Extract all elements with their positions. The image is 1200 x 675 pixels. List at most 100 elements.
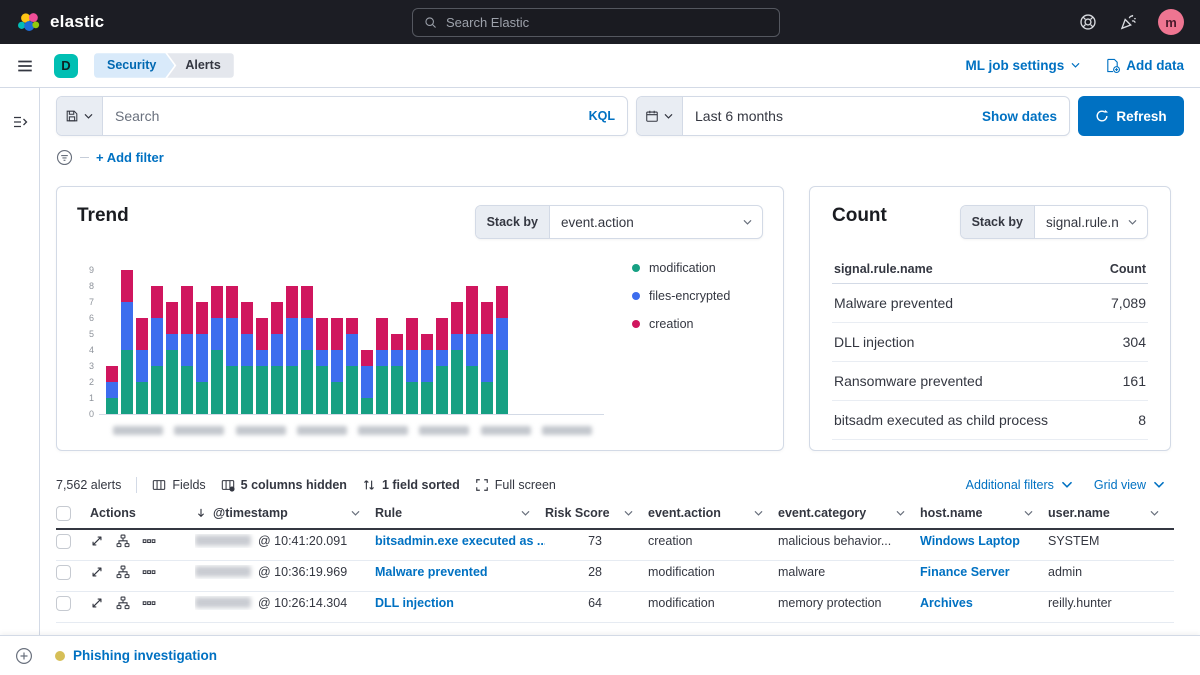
count-table-row[interactable]: Malware prevented 7,089: [832, 284, 1148, 323]
row-checkbox[interactable]: [56, 533, 71, 549]
stacked-bar[interactable]: [181, 286, 193, 414]
stacked-bar[interactable]: [211, 286, 223, 414]
stacked-bar[interactable]: [451, 302, 463, 414]
analyze-event-icon[interactable]: [116, 534, 130, 548]
date-range-value[interactable]: Last 6 months: [683, 97, 982, 135]
refresh-button[interactable]: Refresh: [1078, 96, 1184, 136]
stacked-bar[interactable]: [121, 270, 133, 414]
analyze-event-icon[interactable]: [116, 565, 130, 579]
more-actions-icon[interactable]: [142, 534, 156, 548]
stacked-bar[interactable]: [286, 286, 298, 414]
stacked-bar[interactable]: [151, 286, 163, 414]
rule-link[interactable]: DLL injection: [375, 596, 454, 610]
stacked-bar[interactable]: [271, 302, 283, 414]
add-timeline-button[interactable]: [15, 647, 33, 665]
alert-row[interactable]: @ 10:36:19.969 Malware prevented 28 modific…: [56, 561, 1174, 592]
legend-item[interactable]: modification: [632, 261, 763, 275]
legend-item[interactable]: files-encrypted: [632, 289, 763, 303]
trend-panel: Trend Stack by event.action 0123456789 m…: [56, 186, 784, 451]
bar-segment-modification: [271, 366, 283, 414]
analyze-event-icon[interactable]: [116, 596, 130, 610]
stacked-bar[interactable]: [406, 318, 418, 414]
ml-job-settings-button[interactable]: ML job settings: [965, 58, 1081, 73]
user-avatar[interactable]: m: [1158, 9, 1184, 35]
count-stack-by-select[interactable]: signal.rule.name: [1035, 206, 1147, 238]
add-data-button[interactable]: Add data: [1105, 58, 1184, 73]
stacked-bar[interactable]: [496, 286, 508, 414]
elastic-brand[interactable]: elastic: [16, 10, 104, 35]
fields-label: Fields: [172, 478, 206, 492]
saved-query-button[interactable]: [57, 97, 103, 135]
help-button[interactable]: [1078, 12, 1098, 32]
stacked-bar[interactable]: [256, 318, 268, 414]
grid-view-button[interactable]: Grid view: [1094, 478, 1166, 492]
field-sorted-button[interactable]: 1 field sorted: [362, 478, 460, 492]
breadcrumb-security[interactable]: Security: [94, 53, 174, 78]
stacked-bar[interactable]: [466, 286, 478, 414]
row-checkbox[interactable]: [56, 564, 71, 580]
stacked-bar[interactable]: [301, 286, 313, 414]
stacked-bar[interactable]: [346, 318, 358, 414]
redacted-date: [195, 566, 251, 578]
timeline-flyout-button[interactable]: Phishing investigation: [55, 648, 217, 663]
count-table-row[interactable]: bitsadm executed as child process 8: [832, 401, 1148, 440]
rule-link[interactable]: bitsadmin.exe executed as ...: [375, 534, 545, 548]
expand-alert-icon[interactable]: [90, 565, 104, 579]
global-search-input[interactable]: Search Elastic: [412, 8, 780, 37]
newsfeed-button[interactable]: [1118, 12, 1138, 32]
row-checkbox[interactable]: [56, 595, 71, 611]
full-screen-button[interactable]: Full screen: [475, 478, 556, 492]
additional-filters-button[interactable]: Additional filters: [966, 478, 1074, 492]
stacked-bar[interactable]: [361, 350, 373, 414]
stacked-bar[interactable]: [241, 302, 253, 414]
column-header-event-action[interactable]: event.action: [648, 506, 778, 520]
column-header-host-name[interactable]: host.name: [920, 506, 1048, 520]
stacked-bar[interactable]: [136, 318, 148, 414]
alert-row[interactable]: @ 10:26:14.304 DLL injection 64 modificatio…: [56, 592, 1174, 623]
count-table-row[interactable]: DLL injection 304: [832, 323, 1148, 362]
stacked-bar[interactable]: [316, 318, 328, 414]
column-header--timestamp[interactable]: @timestamp: [195, 506, 375, 520]
stacked-bar[interactable]: [106, 366, 118, 414]
more-actions-icon[interactable]: [142, 596, 156, 610]
trend-stack-by-select[interactable]: event.action: [550, 206, 762, 238]
stacked-bar[interactable]: [226, 286, 238, 414]
stacked-bar[interactable]: [391, 334, 403, 414]
legend-item[interactable]: creation: [632, 317, 763, 331]
alert-row[interactable]: @ 10:41:20.091 bitsadmin.exe executed as …: [56, 530, 1174, 561]
stacked-bar[interactable]: [436, 318, 448, 414]
kql-search-input[interactable]: Search: [103, 97, 589, 135]
add-filter-button[interactable]: + Add filter: [96, 150, 164, 165]
host-link[interactable]: Archives: [920, 596, 973, 610]
date-quick-select-button[interactable]: [637, 97, 683, 135]
expand-sidebar-button[interactable]: [12, 114, 28, 130]
stacked-bar[interactable]: [196, 302, 208, 414]
stacked-bar[interactable]: [481, 302, 493, 414]
kql-language-button[interactable]: KQL: [589, 97, 627, 135]
menu-button[interactable]: [16, 57, 34, 75]
fields-button[interactable]: Fields: [152, 478, 206, 492]
toolbar-divider: [136, 477, 138, 493]
count-table-row[interactable]: Ransomware prevented 161: [832, 362, 1148, 401]
stacked-bar[interactable]: [376, 318, 388, 414]
host-link[interactable]: Finance Server: [920, 565, 1010, 579]
expand-alert-icon[interactable]: [90, 534, 104, 548]
stacked-bar[interactable]: [166, 302, 178, 414]
column-header-user-name[interactable]: user.name: [1048, 506, 1174, 520]
columns-hidden-button[interactable]: 5 columns hidden: [221, 478, 347, 492]
expand-alert-icon[interactable]: [90, 596, 104, 610]
column-header-rule[interactable]: Rule: [375, 506, 545, 520]
chevron-down-icon: [1024, 510, 1033, 516]
more-actions-icon[interactable]: [142, 565, 156, 579]
column-header-event-category[interactable]: event.category: [778, 506, 920, 520]
stacked-bar[interactable]: [331, 318, 343, 414]
stacked-bar[interactable]: [421, 334, 433, 414]
show-dates-button[interactable]: Show dates: [982, 97, 1069, 135]
bar-segment-modification: [226, 366, 238, 414]
select-all-checkbox[interactable]: [56, 505, 71, 521]
filter-menu-icon[interactable]: [56, 149, 73, 166]
column-header-risk-score[interactable]: Risk Score: [545, 506, 648, 520]
rule-link[interactable]: Malware prevented: [375, 565, 488, 579]
host-link[interactable]: Windows Laptop: [920, 534, 1020, 548]
space-avatar[interactable]: D: [54, 53, 78, 78]
